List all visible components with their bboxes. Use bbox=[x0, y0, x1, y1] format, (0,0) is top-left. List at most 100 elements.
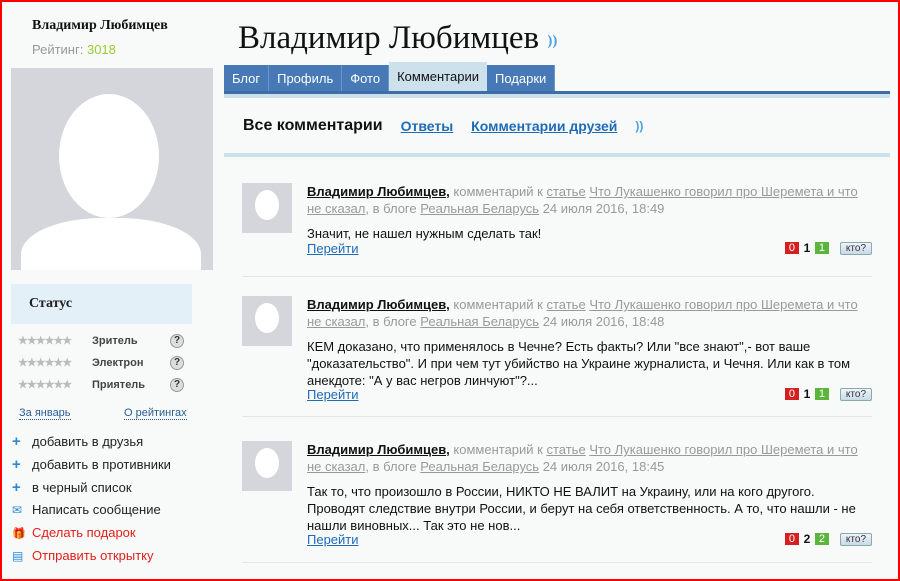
action-label: добавить в противники bbox=[32, 457, 171, 472]
who-voted-button[interactable]: кто? bbox=[839, 387, 872, 401]
comment-avatar[interactable] bbox=[242, 183, 292, 233]
comment-divider bbox=[242, 562, 872, 563]
comment-divider bbox=[242, 276, 872, 277]
tab-gifts[interactable]: Подарки bbox=[486, 65, 556, 93]
meta-text: , в блоге bbox=[365, 314, 421, 329]
vote-plus[interactable]: 2 bbox=[814, 533, 829, 545]
status-label: Приятель bbox=[92, 379, 146, 391]
vote-plus[interactable]: 1 bbox=[814, 388, 829, 400]
subnav-all-comments: Все комментарии bbox=[243, 117, 383, 134]
comment-date: 24 июля 2016, 18:48 bbox=[539, 314, 665, 329]
comment-avatar[interactable] bbox=[242, 296, 292, 346]
page-title-text: Владимир Любимцев bbox=[238, 20, 540, 56]
subnav-friends-comments[interactable]: Комментарии друзей bbox=[471, 118, 617, 134]
user-name: Владимир Любимцев bbox=[32, 18, 168, 33]
action-label: Написать сообщение bbox=[32, 502, 161, 517]
vote-total: 1 bbox=[803, 241, 811, 255]
add-friend-link[interactable]: + добавить в друзья bbox=[12, 433, 143, 450]
comment-avatar[interactable] bbox=[242, 441, 292, 491]
help-icon[interactable]: ? bbox=[170, 356, 184, 370]
meta-text: комментарий к bbox=[449, 184, 547, 199]
comment-meta: Владимир Любимцев, комментарий к статье … bbox=[307, 441, 872, 475]
meta-text: комментарий к bbox=[449, 442, 547, 457]
rating-value: 3018 bbox=[86, 42, 116, 57]
blog-link[interactable]: Реальная Беларусь bbox=[420, 459, 539, 474]
comment-text: Значит, не нашел нужным сделать так! bbox=[307, 226, 542, 241]
help-icon[interactable]: ? bbox=[170, 378, 184, 392]
go-link[interactable]: Перейти bbox=[307, 532, 359, 547]
about-ratings-link[interactable]: О рейтингах bbox=[124, 407, 187, 420]
tab-photo[interactable]: Фото bbox=[342, 65, 390, 93]
article-word-link[interactable]: статье bbox=[546, 297, 585, 312]
send-postcard-link[interactable]: ▤ Отправить открытку bbox=[12, 548, 154, 563]
who-voted-button[interactable]: кто? bbox=[839, 532, 872, 546]
meta-text: , в блоге bbox=[365, 459, 421, 474]
tab-blog[interactable]: Блог bbox=[224, 65, 270, 93]
vote-minus[interactable]: 0 bbox=[784, 533, 799, 545]
plus-icon: + bbox=[12, 479, 21, 496]
comment-item: Владимир Любимцев, комментарий к статье … bbox=[242, 183, 872, 276]
action-label: Отправить открытку bbox=[32, 548, 154, 563]
send-message-link[interactable]: ✉ Написать сообщение bbox=[12, 502, 161, 517]
comment-item: Владимир Любимцев, комментарий к статье … bbox=[242, 296, 872, 420]
plus-icon: + bbox=[12, 433, 21, 450]
page-title: Владимир Любимцев )) bbox=[238, 20, 561, 57]
stars-icon: ★★★★★★ bbox=[18, 335, 72, 347]
subnav-answers[interactable]: Ответы bbox=[401, 118, 454, 134]
tab-bar: Блог Профиль Фото Комментарии Подарки bbox=[224, 62, 556, 93]
vote-widget: 0 2 2 кто? bbox=[784, 532, 872, 546]
comment-meta: Владимир Любимцев, комментарий к статье … bbox=[307, 183, 872, 217]
status-label: Электрон bbox=[92, 357, 144, 369]
help-icon[interactable]: ? bbox=[170, 334, 184, 348]
plus-icon: + bbox=[12, 456, 21, 473]
author-link[interactable]: Владимир Любимцев, bbox=[307, 184, 450, 199]
vote-total: 2 bbox=[803, 532, 811, 546]
who-voted-button[interactable]: кто? bbox=[839, 241, 872, 255]
go-link[interactable]: Перейти bbox=[307, 241, 359, 256]
vote-minus[interactable]: 0 bbox=[784, 388, 799, 400]
envelope-icon: ✉ bbox=[12, 503, 23, 517]
rss-icon[interactable]: )) bbox=[547, 33, 561, 49]
stars-icon: ★★★★★★ bbox=[18, 357, 72, 369]
action-label: Сделать подарок bbox=[32, 525, 136, 540]
vote-widget: 0 1 1 кто? bbox=[784, 241, 872, 255]
action-label: в черный список bbox=[32, 480, 132, 495]
vote-widget: 0 1 1 кто? bbox=[784, 387, 872, 401]
rss-icon[interactable]: )) bbox=[635, 119, 649, 133]
month-link[interactable]: За январь bbox=[19, 407, 71, 420]
tab-profile[interactable]: Профиль bbox=[269, 65, 343, 93]
article-word-link[interactable]: статье bbox=[546, 184, 585, 199]
tab-divider-light bbox=[224, 94, 890, 98]
author-link[interactable]: Владимир Любимцев, bbox=[307, 442, 450, 457]
comment-meta: Владимир Любимцев, комментарий к статье … bbox=[307, 296, 872, 330]
status-title: Статус bbox=[11, 284, 192, 324]
stars-icon: ★★★★★★ bbox=[18, 379, 72, 391]
meta-text: , в блоге bbox=[365, 201, 421, 216]
subnav: Все комментарии Ответы Комментарии друзе… bbox=[243, 117, 649, 135]
status-row-electron: ★★★★★★ Электрон? bbox=[18, 356, 188, 372]
comment-date: 24 июля 2016, 18:45 bbox=[539, 459, 665, 474]
separator bbox=[224, 153, 890, 157]
tab-comments[interactable]: Комментарии bbox=[389, 62, 487, 93]
action-label: добавить в друзья bbox=[32, 434, 144, 449]
postcard-icon: ▤ bbox=[12, 549, 24, 563]
vote-minus[interactable]: 0 bbox=[784, 242, 799, 254]
comment-text: КЕМ доказано, что применялось в Чечне? Е… bbox=[307, 339, 851, 388]
make-gift-link[interactable]: 🎁 Сделать подарок bbox=[12, 525, 136, 540]
add-enemy-link[interactable]: + добавить в противники bbox=[12, 456, 171, 473]
status-row-friend: ★★★★★★ Приятель? bbox=[18, 378, 188, 394]
status-row-viewer: ★★★★★★ Зритель? bbox=[18, 334, 188, 350]
go-link[interactable]: Перейти bbox=[307, 387, 359, 402]
rating-label: Рейтинг: bbox=[32, 42, 84, 57]
blog-link[interactable]: Реальная Беларусь bbox=[420, 201, 539, 216]
gift-icon: 🎁 bbox=[12, 528, 26, 540]
vote-plus[interactable]: 1 bbox=[814, 242, 829, 254]
comment-text: Так то, что произошло в России, НИКТО НЕ… bbox=[307, 484, 856, 533]
author-link[interactable]: Владимир Любимцев, bbox=[307, 297, 450, 312]
blog-link[interactable]: Реальная Беларусь bbox=[420, 314, 539, 329]
article-word-link[interactable]: статье bbox=[546, 442, 585, 457]
comment-item: Владимир Любимцев, комментарий к статье … bbox=[242, 441, 872, 566]
blacklist-link[interactable]: + в черный список bbox=[12, 479, 132, 496]
comment-divider bbox=[242, 416, 872, 417]
comment-date: 24 июля 2016, 18:49 bbox=[539, 201, 665, 216]
